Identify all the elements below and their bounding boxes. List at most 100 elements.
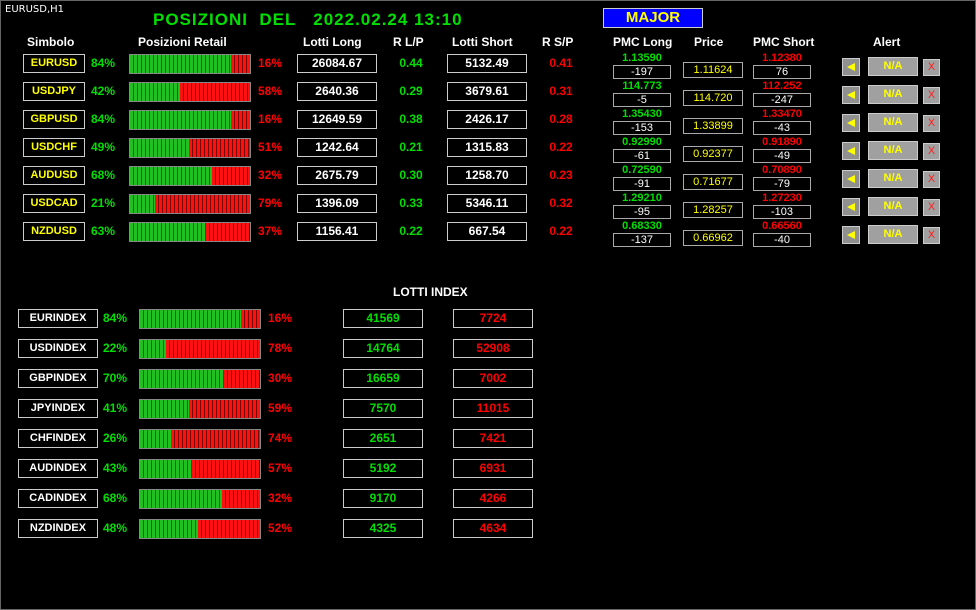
lotti-short-value: 3679.61: [447, 82, 527, 101]
alert-sound-button[interactable]: [842, 142, 860, 160]
alert-status-button[interactable]: N/A: [868, 113, 918, 132]
long-segment: [130, 195, 156, 213]
symbol-button[interactable]: GBPUSD: [23, 110, 85, 129]
header-pmc-long: PMC Long: [613, 35, 673, 49]
alert-status-button[interactable]: N/A: [868, 169, 918, 188]
index-symbol[interactable]: EURINDEX: [18, 309, 98, 328]
short-segment: [240, 310, 260, 328]
pmc-long-value: 1.29210: [622, 192, 662, 204]
alert-status-button[interactable]: N/A: [868, 57, 918, 76]
short-segment: [171, 430, 260, 448]
pmc-long-value: 0.68330: [622, 220, 662, 232]
header-posizioni-retail: Posizioni Retail: [138, 35, 227, 49]
alert-status-button[interactable]: N/A: [868, 85, 918, 104]
pmc-short-diff: 76: [753, 65, 811, 79]
alert-status-button[interactable]: N/A: [868, 225, 918, 244]
symbol-button[interactable]: USDCHF: [23, 138, 85, 157]
remove-alert-button[interactable]: X: [923, 227, 940, 244]
short-percent: 37%: [258, 224, 283, 238]
index-symbol[interactable]: GBPINDEX: [18, 369, 98, 388]
pmc-long: 114.773 -5: [613, 80, 671, 107]
remove-alert-button[interactable]: X: [923, 87, 940, 104]
symbol-button[interactable]: AUDUSD: [23, 166, 85, 185]
major-button[interactable]: MAJOR: [603, 8, 703, 28]
remove-alert-button[interactable]: X: [923, 115, 940, 132]
ratio-lp: 0.33: [399, 196, 423, 210]
index-long-percent: 70%: [103, 371, 128, 385]
header-simbolo: Simbolo: [27, 35, 75, 49]
remove-alert-button[interactable]: X: [923, 143, 940, 160]
alert-sound-button[interactable]: [842, 226, 860, 244]
remove-alert-button[interactable]: X: [923, 59, 940, 76]
pmc-long-value: 114.773: [622, 80, 662, 92]
speaker-icon: [847, 175, 855, 183]
retail-position-bar: [129, 166, 251, 186]
short-segment: [155, 195, 250, 213]
header-lotti-long: Lotti Long: [303, 35, 362, 49]
ratio-sp: 0.23: [549, 168, 573, 182]
pmc-long-diff: -153: [613, 121, 671, 135]
retail-position-bar: [129, 110, 251, 130]
remove-alert-button[interactable]: X: [923, 199, 940, 216]
pmc-short-value: 0.91890: [762, 136, 802, 148]
lotti-long-value: 1156.41: [297, 222, 377, 241]
header-price: Price: [694, 35, 724, 49]
chart-symbol-label: EURUSD,H1: [5, 4, 65, 15]
long-segment: [130, 83, 181, 101]
alert-status-button[interactable]: N/A: [868, 197, 918, 216]
index-short-lots: 52908: [453, 339, 533, 358]
alert-sound-button[interactable]: [842, 114, 860, 132]
short-segment: [224, 370, 260, 388]
index-symbol[interactable]: JPYINDEX: [18, 399, 98, 418]
pmc-long: 1.35430 -153: [613, 108, 671, 135]
pmc-short-diff: -103: [753, 205, 811, 219]
long-segment: [140, 430, 172, 448]
header-lotti-short: Lotti Short: [452, 35, 513, 49]
price-value: 1.33899: [683, 118, 743, 134]
alert-sound-button[interactable]: [842, 58, 860, 76]
index-symbol[interactable]: NZDINDEX: [18, 519, 98, 538]
symbol-button[interactable]: NZDUSD: [23, 222, 85, 241]
pmc-long-value: 0.72590: [622, 164, 662, 176]
symbol-button[interactable]: USDCAD: [23, 194, 85, 213]
lotti-short-value: 667.54: [447, 222, 527, 241]
pmc-short: 0.70890 -79: [753, 164, 811, 191]
price-value: 0.92377: [683, 146, 743, 162]
short-segment: [189, 400, 260, 418]
long-segment: [140, 400, 190, 418]
index-short-lots: 7724: [453, 309, 533, 328]
price-value: 0.71677: [683, 174, 743, 190]
price-value: 1.11624: [683, 62, 743, 78]
pmc-long: 1.29210 -95: [613, 192, 671, 219]
index-symbol[interactable]: CHFINDEX: [18, 429, 98, 448]
index-symbol[interactable]: USDINDEX: [18, 339, 98, 358]
short-segment: [188, 139, 250, 157]
index-symbol[interactable]: CADINDEX: [18, 489, 98, 508]
remove-alert-button[interactable]: X: [923, 171, 940, 188]
pmc-short-diff: -40: [753, 233, 811, 247]
speaker-icon: [847, 231, 855, 239]
index-short-percent: 16%: [268, 311, 293, 325]
lotti-long-value: 1242.64: [297, 138, 377, 157]
index-long-percent: 48%: [103, 521, 128, 535]
alert-sound-button[interactable]: [842, 86, 860, 104]
long-segment: [140, 460, 192, 478]
pmc-short-value: 1.12380: [762, 52, 802, 64]
short-segment: [166, 340, 260, 358]
pmc-short-value: 0.70890: [762, 164, 802, 176]
pmc-long-value: 1.35430: [622, 108, 662, 120]
ratio-sp: 0.28: [549, 112, 573, 126]
speaker-icon: [847, 119, 855, 127]
index-short-percent: 78%: [268, 341, 293, 355]
symbol-button[interactable]: EURUSD: [23, 54, 85, 73]
alert-sound-button[interactable]: [842, 198, 860, 216]
symbol-button[interactable]: USDJPY: [23, 82, 85, 101]
long-percent: 21%: [91, 196, 116, 210]
pmc-short-value: 1.27230: [762, 192, 802, 204]
index-short-lots: 11015: [453, 399, 533, 418]
alert-sound-button[interactable]: [842, 170, 860, 188]
alert-status-button[interactable]: N/A: [868, 141, 918, 160]
index-symbol[interactable]: AUDINDEX: [18, 459, 98, 478]
index-short-lots: 7421: [453, 429, 533, 448]
short-segment: [205, 223, 250, 241]
